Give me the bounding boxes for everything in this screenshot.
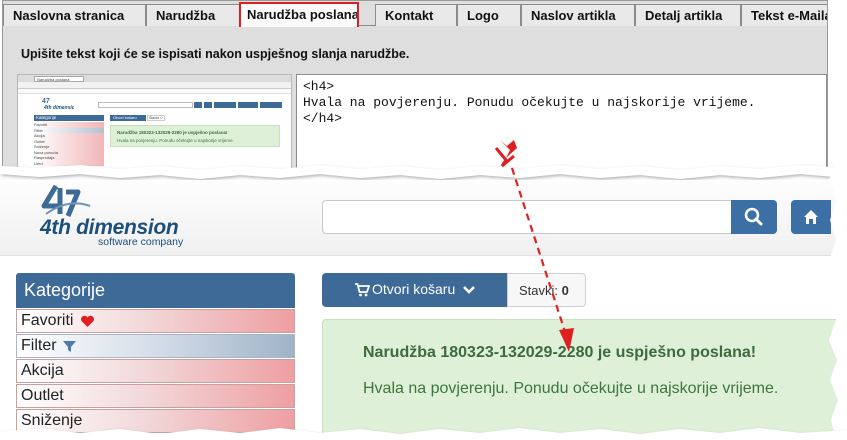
tab-kontakt[interactable]: Kontakt — [375, 4, 457, 26]
categories-panel: Kategorije Favoriti Filter Akcija Outlet… — [16, 273, 295, 440]
thumb-address-bar — [18, 82, 291, 89]
category-label: Filter — [21, 337, 57, 354]
thumb-cart-button: Otvori košaru — [110, 115, 146, 121]
success-message: Hvala na povjerenju. Ponudu očekujte u n… — [363, 380, 779, 397]
cart-items-count: Stavki: 0 — [507, 273, 586, 307]
items-count: 0 — [561, 283, 569, 298]
home-icon — [804, 210, 818, 224]
category-outlet[interactable]: Outlet — [16, 384, 295, 408]
thumb-category-item: Ured — [34, 160, 104, 166]
editor-line: </h4> — [303, 111, 343, 126]
thumb-success-box: Narudžba 180323-132029-2280 je uspješno … — [110, 125, 280, 147]
html-editor[interactable]: <h4> Hvala na povjerenju. Ponudu očekujte… — [296, 74, 827, 171]
thumb-category-list: Favoriti Filter Akcija Outlet Sniženje N… — [34, 122, 104, 166]
store-header: 4th dimension software company — [0, 172, 847, 256]
thumb-search-button — [194, 102, 202, 108]
items-label: Stavki: — [519, 283, 559, 298]
thumb-bookmarks-bar — [18, 89, 291, 94]
svg-text:47: 47 — [42, 98, 50, 105]
category-snizenje[interactable]: Sniženje — [16, 409, 295, 433]
success-title: Narudžba 180323-132029-2280 je uspješno … — [363, 344, 757, 361]
open-cart-button[interactable]: Otvori košaru — [322, 273, 508, 307]
category-akcija[interactable]: Akcija — [16, 359, 295, 383]
tab-logo[interactable]: Logo — [457, 4, 521, 26]
category-label: Outlet — [21, 387, 64, 404]
thumb-nav-button — [260, 102, 282, 108]
thumb-nav-button — [214, 102, 236, 108]
editor-line: Hvala na povjerenju. Ponudu očekujte u n… — [303, 95, 756, 110]
preview-thumbnail: Narudžba poslana 47 4th dimension Katego… — [17, 74, 292, 171]
thumb-nav-button — [238, 102, 258, 108]
home-button[interactable] — [791, 200, 831, 234]
tab-detalj-artikla[interactable]: Detalj artikla — [635, 4, 741, 26]
thumb-browser-tabs: Narudžba poslana — [18, 75, 291, 82]
tab-bar: Naslovna stranica Narudžba Narudžba posl… — [3, 2, 827, 27]
storefront-preview: 4th dimension software company Kategorij… — [0, 172, 847, 440]
editor-line: <h4> — [303, 79, 335, 94]
thumb-items-box: Stavki: 0 — [147, 115, 165, 121]
cart-button-label: Otvori košaru — [372, 281, 456, 297]
thumb-categories-header: Kategorije — [34, 115, 104, 121]
tab-naslov-artikla[interactable]: Naslov artikla — [521, 4, 635, 26]
tab-naslovna-stranica[interactable]: Naslovna stranica — [3, 4, 146, 26]
cart-icon — [355, 283, 370, 297]
svg-text:4th dimension: 4th dimension — [43, 105, 74, 111]
search-button[interactable] — [731, 200, 777, 234]
thumb-success-title: Narudžba 180323-132029-2280 je uspješno … — [117, 130, 228, 135]
category-favoriti[interactable]: Favoriti — [16, 309, 295, 333]
search-input[interactable] — [322, 200, 732, 234]
chevron-down-icon — [463, 286, 475, 294]
instruction-text: Upišite tekst koji će se ispisati nakon … — [21, 47, 410, 61]
category-label: Favoriti — [21, 312, 74, 329]
thumb-success-msg: Hvala na povjerenju. Ponudu očekujte u n… — [117, 138, 234, 143]
settings-panel: Naslovna stranica Narudžba Narudžba posl… — [2, 0, 828, 172]
thumb-search — [98, 102, 193, 108]
tab-tekst-emaila[interactable]: Tekst e-Maila — [741, 4, 827, 26]
thumb-logo: 47 4th dimension — [38, 97, 78, 111]
logo-subtitle: software company — [98, 236, 184, 248]
heart-icon — [81, 315, 94, 327]
tab-narudzba[interactable]: Narudžba — [146, 4, 241, 26]
search-icon — [744, 207, 763, 226]
category-label: Akcija — [21, 362, 64, 379]
categories-header: Kategorije — [16, 273, 295, 308]
tab-narudzba-poslana[interactable]: Narudžba poslana — [239, 2, 359, 27]
thumb-home-button — [204, 102, 212, 108]
category-label: Sniženje — [21, 412, 83, 429]
category-filter[interactable]: Filter — [16, 334, 295, 358]
order-success-alert: Narudžba 180323-132029-2280 je uspješno … — [322, 319, 847, 440]
filter-icon — [63, 341, 76, 352]
